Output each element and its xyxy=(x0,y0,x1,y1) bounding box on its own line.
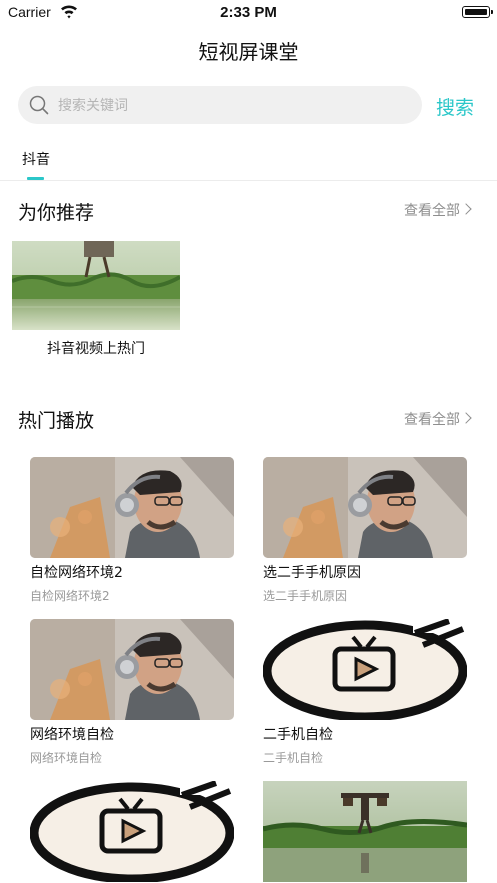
view-all-label: 查看全部 xyxy=(404,412,460,428)
rice-field-image xyxy=(12,241,180,330)
hot-item-thumbnail[interactable] xyxy=(30,457,234,558)
hot-item-title: 网络环境自检 xyxy=(30,727,114,743)
hot-item-thumbnail[interactable] xyxy=(263,457,467,558)
hot-item-thumbnail[interactable] xyxy=(263,781,467,882)
recommend-section-title: 为你推荐 xyxy=(18,202,95,224)
search-input[interactable] xyxy=(56,86,400,126)
man-with-headphones-image xyxy=(30,619,234,720)
hot-item-thumbnail[interactable] xyxy=(263,619,467,720)
chevron-right-icon xyxy=(460,203,472,215)
rice-field-image xyxy=(263,781,467,882)
recommend-view-all-link[interactable]: 查看全部 xyxy=(404,200,472,220)
hot-item-thumbnail[interactable] xyxy=(30,781,234,882)
page-title: 短视屏课堂 xyxy=(198,40,299,64)
hot-item-thumbnail[interactable] xyxy=(30,619,234,720)
tv-logo-icon xyxy=(30,781,234,882)
tab-douyin[interactable]: 抖音 xyxy=(22,149,50,169)
chevron-right-icon xyxy=(460,412,472,424)
hot-item-subtitle: 自检网络环境2 xyxy=(30,589,110,603)
hot-item-subtitle: 二手机自检 xyxy=(263,751,324,765)
man-with-headphones-image xyxy=(30,457,234,558)
recommend-thumbnail[interactable] xyxy=(12,241,180,330)
hot-view-all-link[interactable]: 查看全部 xyxy=(404,409,472,429)
man-with-headphones-image xyxy=(263,457,467,558)
recommend-item-label: 抖音视频上热门 xyxy=(47,341,145,357)
search-bar[interactable] xyxy=(18,86,422,126)
hot-item-title: 自检网络环境2 xyxy=(30,565,123,581)
status-time: 2:33 PM xyxy=(220,4,277,21)
hot-item-title: 二手机自检 xyxy=(263,727,333,743)
battery-icon xyxy=(462,6,493,18)
hot-item-subtitle: 选二手手机原因 xyxy=(263,589,348,603)
hot-item-title: 选二手手机原因 xyxy=(263,565,361,581)
hot-item-subtitle: 网络环境自检 xyxy=(30,751,103,765)
tab-divider xyxy=(0,180,497,181)
view-all-label: 查看全部 xyxy=(404,203,460,219)
hot-section-title: 热门播放 xyxy=(18,410,95,432)
search-icon xyxy=(29,95,49,115)
search-button[interactable]: 搜索 xyxy=(436,93,474,120)
tv-logo-icon xyxy=(263,619,467,720)
